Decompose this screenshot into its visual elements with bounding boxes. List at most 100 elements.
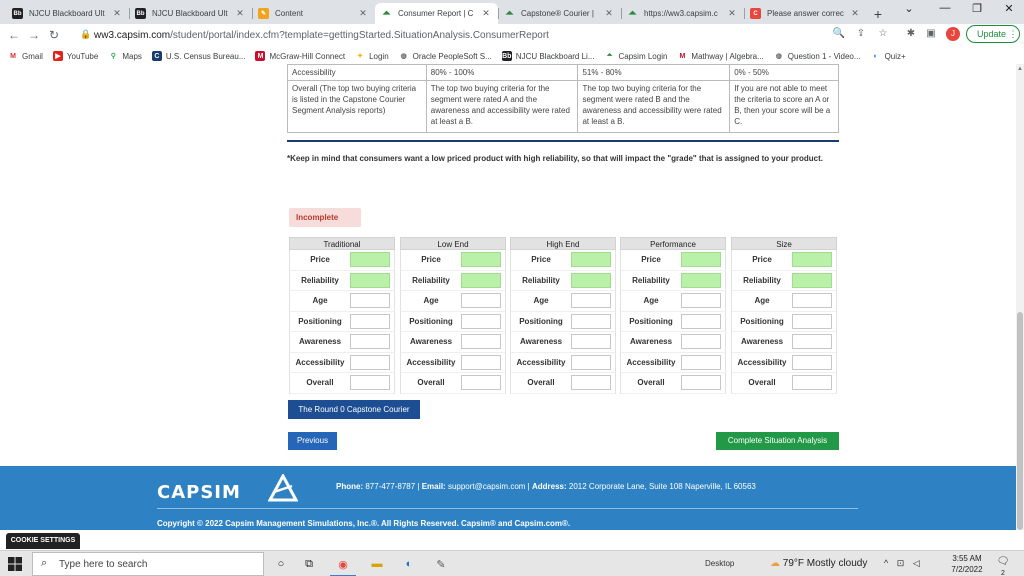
browser-tab[interactable]: ✎ Content ✕ <box>252 3 375 24</box>
previous-button[interactable]: Previous <box>288 432 337 450</box>
edge-icon[interactable]: ◐ <box>400 555 418 573</box>
grade-input[interactable] <box>461 293 501 309</box>
grade-input[interactable] <box>681 252 721 268</box>
bookmark-item[interactable]: M Gmail <box>8 51 43 61</box>
close-tab-icon[interactable]: ✕ <box>603 8 615 19</box>
paint-icon[interactable]: ✎ <box>432 555 450 573</box>
tab-search-icon[interactable]: ⌄ <box>894 2 924 20</box>
close-tab-icon[interactable]: ✕ <box>480 8 492 19</box>
grade-input[interactable] <box>571 354 611 370</box>
system-tray[interactable]: ^ ⊡ ◁ <box>884 558 923 569</box>
zoom-icon[interactable]: 🔍 <box>832 28 846 39</box>
grade-input[interactable] <box>681 293 721 309</box>
reload-icon[interactable]: ↻ <box>44 28 64 42</box>
grade-input[interactable] <box>681 272 721 288</box>
grade-input[interactable] <box>792 354 832 370</box>
chevron-up-icon[interactable]: ^ <box>884 558 891 568</box>
bookmark-item[interactable]: ⏶ Capsim Login <box>604 51 667 61</box>
grade-input[interactable] <box>461 334 501 350</box>
grade-input[interactable] <box>681 334 721 350</box>
grade-input[interactable] <box>461 354 501 370</box>
grade-input[interactable] <box>571 252 611 268</box>
close-tab-icon[interactable]: ✕ <box>234 8 246 19</box>
grade-input[interactable] <box>681 313 721 329</box>
file-explorer-icon[interactable]: ▬ <box>368 555 386 573</box>
browser-tab[interactable]: C Please answer correc ✕ <box>744 3 867 24</box>
grade-input[interactable] <box>461 375 501 391</box>
bookmark-item[interactable]: ◍ Question 1 - Video... <box>773 51 861 61</box>
grade-input[interactable] <box>792 334 832 350</box>
grade-input[interactable] <box>792 293 832 309</box>
cortana-icon[interactable]: ○ <box>272 555 290 573</box>
complete-situation-analysis-button[interactable]: Complete Situation Analysis <box>716 432 839 450</box>
grade-input[interactable] <box>350 272 390 288</box>
bookmark-item[interactable]: ◍ Oracle PeopleSoft S... <box>398 51 492 61</box>
page-scrollbar[interactable]: ▲ <box>1016 64 1024 530</box>
bookmark-item[interactable]: ▶ YouTube <box>52 51 98 61</box>
grade-input[interactable] <box>792 313 832 329</box>
grade-input[interactable] <box>571 334 611 350</box>
grade-input[interactable] <box>350 375 390 391</box>
grade-input[interactable] <box>571 375 611 391</box>
taskbar-search-input[interactable]: ⌕ Type here to search <box>32 552 264 576</box>
close-tab-icon[interactable]: ✕ <box>357 8 369 19</box>
grade-input[interactable] <box>461 272 501 288</box>
capstone-courier-button[interactable]: The Round 0 Capstone Courier <box>288 400 420 419</box>
grade-input[interactable] <box>350 313 390 329</box>
bookmark-item[interactable]: C U.S. Census Bureau... <box>151 51 245 61</box>
grade-input[interactable] <box>350 334 390 350</box>
extensions-icon[interactable]: ✱ <box>904 28 918 39</box>
grade-input[interactable] <box>571 313 611 329</box>
close-window-icon[interactable]: ✕ <box>994 2 1024 20</box>
support-email-link[interactable]: support@capsim.com <box>448 482 525 491</box>
bookmark-item[interactable]: M Mathway | Algebra... <box>677 51 764 61</box>
grade-input[interactable] <box>571 293 611 309</box>
address-bar[interactable]: 🔒 ww3.capsim.com/student/portal/index.cf… <box>78 26 858 44</box>
chrome-icon[interactable]: ◉ <box>330 555 356 576</box>
bookmark-star-icon[interactable]: ☆ <box>876 28 890 39</box>
grade-input[interactable] <box>350 252 390 268</box>
network-icon[interactable]: ⊡ <box>897 558 908 568</box>
browser-tab[interactable]: ⏶ Capstone® Courier | ✕ <box>498 3 621 24</box>
close-tab-icon[interactable]: ✕ <box>726 8 738 19</box>
bookmark-item[interactable]: Bb NJCU Blackboard Li... <box>501 51 595 61</box>
browser-tab[interactable]: Bb NJCU Blackboard Ult ✕ <box>129 3 252 24</box>
profile-avatar[interactable]: J <box>946 27 960 41</box>
scroll-up-icon[interactable]: ▲ <box>1017 66 1023 72</box>
notification-icon[interactable]: 🗨2 <box>995 556 1011 576</box>
grade-input[interactable] <box>461 252 501 268</box>
close-tab-icon[interactable]: ✕ <box>849 8 861 19</box>
bookmark-item[interactable]: ◐ Quiz+ <box>870 51 906 61</box>
back-icon[interactable]: ← <box>4 28 24 42</box>
browser-tab[interactable]: ⏶ Consumer Report | C ✕ <box>375 3 498 24</box>
weather-widget[interactable]: ☁ 79°F Mostly cloudy <box>770 558 867 569</box>
grade-input[interactable] <box>350 354 390 370</box>
task-view-icon[interactable]: ⧉ <box>300 555 318 573</box>
scrollbar-thumb[interactable] <box>1017 312 1023 530</box>
browser-tab[interactable]: Bb NJCU Blackboard Ult ✕ <box>6 3 129 24</box>
close-tab-icon[interactable]: ✕ <box>111 8 123 19</box>
grade-input[interactable] <box>792 272 832 288</box>
share-icon[interactable]: ⇪ <box>854 28 868 39</box>
browser-tab[interactable]: ⏶ https://ww3.capsim.c ✕ <box>621 3 744 24</box>
side-panel-icon[interactable]: ▣ <box>924 28 938 39</box>
taskbar-clock[interactable]: 3:55 AM 7/2/2022 <box>950 553 984 575</box>
grade-input[interactable] <box>681 375 721 391</box>
new-tab-button[interactable]: + <box>867 3 889 24</box>
cookie-settings-button[interactable]: COOKIE SETTINGS <box>6 533 80 549</box>
bookmark-item[interactable]: M McGraw-Hill Connect <box>255 51 345 61</box>
restore-icon[interactable]: ❐ <box>962 2 992 20</box>
bookmark-item[interactable]: ✦ Login <box>355 51 389 61</box>
grade-input[interactable] <box>461 313 501 329</box>
minimize-icon[interactable]: — <box>930 2 960 20</box>
forward-icon[interactable]: → <box>24 28 44 42</box>
volume-icon[interactable]: ◁ <box>913 558 923 568</box>
grade-input[interactable] <box>350 293 390 309</box>
grade-input[interactable] <box>792 252 832 268</box>
desktop-toolbar-label[interactable]: Desktop <box>705 559 734 568</box>
update-button[interactable]: Update ⋮ <box>966 25 1020 43</box>
grade-input[interactable] <box>792 375 832 391</box>
bookmark-item[interactable]: ⚲ Maps <box>108 51 142 61</box>
windows-start-icon[interactable] <box>8 557 22 571</box>
grade-input[interactable] <box>681 354 721 370</box>
